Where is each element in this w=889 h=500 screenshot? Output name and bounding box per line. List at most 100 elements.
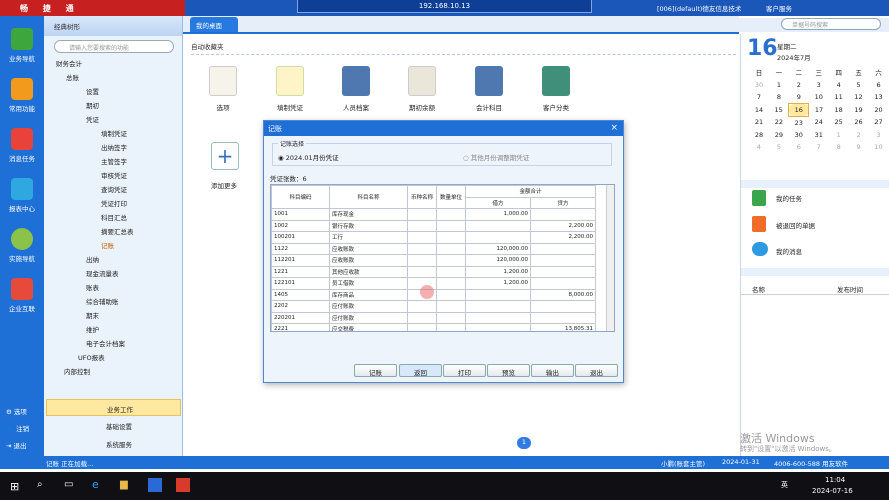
exit-button[interactable]: ⇥ 退出	[6, 440, 27, 450]
search-input[interactable]: 单据号码搜索	[781, 18, 881, 30]
radio-current-month[interactable]: ◉ 2024.01月份凭证	[278, 152, 339, 162]
exit-dialog-button[interactable]: 退出	[575, 364, 618, 377]
table-row[interactable]: 2202 应付账款	[271, 300, 596, 313]
calendar-day-cell[interactable]: 31	[809, 129, 829, 142]
calendar-day-cell[interactable]: 25	[829, 116, 849, 129]
calendar-day-cell[interactable]: 13	[869, 91, 889, 104]
tree-node[interactable]: 总账	[66, 72, 79, 82]
calendar-day-cell[interactable]: 4	[749, 141, 769, 154]
tree-node[interactable]: 维护	[86, 324, 99, 334]
tree-node[interactable]: 科目汇总	[101, 212, 127, 222]
calendar-day-cell[interactable]: 6	[789, 141, 809, 154]
calendar-day-cell[interactable]: 10	[809, 91, 829, 104]
table-row[interactable]: 1001 库存现金 1,000.00	[271, 208, 596, 221]
returned-docs-link[interactable]: 被退回的单据	[776, 220, 815, 230]
calendar-day-cell[interactable]: 19	[849, 104, 869, 117]
add-more-label[interactable]: 添加更多	[211, 180, 237, 190]
page-indicator[interactable]: 1	[517, 437, 531, 449]
calendar-day-cell[interactable]: 8	[829, 141, 849, 154]
calendar-day-cell[interactable]: 17	[809, 104, 829, 117]
calendar-day-cell[interactable]: 12	[849, 91, 869, 104]
export-button[interactable]: 输出	[531, 364, 574, 377]
windows-start-icon[interactable]: ⊞	[10, 480, 19, 493]
nav-common[interactable]: 常用功能	[0, 74, 44, 124]
tree-node[interactable]: 期末	[86, 310, 99, 320]
calendar-day-cell[interactable]: 4	[829, 79, 849, 92]
fav-options[interactable]: 选项	[203, 66, 243, 112]
calendar-day-cell[interactable]: 10	[869, 141, 889, 154]
calendar-day-cell[interactable]: 24	[809, 116, 829, 129]
calendar-day-cell[interactable]: 5	[769, 141, 789, 154]
tree-node[interactable]: 摘要汇总表	[101, 226, 134, 236]
logout-button[interactable]: 👤 注销	[6, 423, 29, 433]
tree-node-selected[interactable]: 记账	[101, 240, 114, 250]
calendar-day-cell[interactable]: 11	[829, 91, 849, 104]
table-row[interactable]: 220201 应付账款	[271, 311, 596, 324]
nav-messages[interactable]: 消息任务	[0, 124, 44, 174]
calendar-day-cell[interactable]: 1	[829, 129, 849, 142]
tree-node[interactable]: 综合辅助账	[86, 296, 119, 306]
table-row[interactable]: 2221 应交税费 13,805.31	[271, 323, 596, 331]
table-row[interactable]: 122101 员工借款 1,200.00	[271, 277, 596, 290]
calendar-day-cell[interactable]: 5	[849, 79, 869, 92]
calendar-day-cell[interactable]: 6	[869, 79, 889, 92]
ime-indicator[interactable]: 英	[781, 480, 788, 490]
calendar-day-cell[interactable]: 29	[769, 129, 789, 142]
close-icon[interactable]: ×	[610, 123, 618, 133]
my-messages-link[interactable]: 我的消息	[776, 246, 802, 256]
edge-icon[interactable]: e	[92, 478, 99, 491]
calendar-day-cell[interactable]: 3	[869, 129, 889, 142]
tree-node[interactable]: 设置	[86, 86, 99, 96]
radio-other-month[interactable]: ○ 其他月份调整期凭证	[463, 152, 529, 162]
task-view-icon[interactable]: ▭	[64, 479, 73, 490]
table-row[interactable]: 1221 其他应收款 1,200.00	[271, 265, 596, 278]
calendar-day-cell[interactable]: 7	[809, 141, 829, 154]
calendar-day-cell[interactable]: 27	[869, 116, 889, 129]
my-tasks-link[interactable]: 我的任务	[776, 193, 802, 203]
calendar-day-cell[interactable]: 15	[769, 104, 789, 117]
calendar-day-cell[interactable]: 8	[769, 91, 789, 104]
fav-customer-class[interactable]: 客户分类	[536, 66, 576, 112]
calendar-day-cell[interactable]: 9	[789, 91, 809, 104]
fav-opening-balance[interactable]: 期初余额	[402, 66, 442, 112]
table-row[interactable]: 1002 银行存款 2,200.00	[271, 219, 596, 232]
grid-scrollbar[interactable]	[606, 185, 614, 331]
system-service-button[interactable]: 系统服务	[46, 435, 181, 452]
tree-node[interactable]: UFO报表	[78, 352, 105, 362]
tab-my-desktop[interactable]: 我的桌面	[190, 17, 238, 32]
customer-service-link[interactable]: 客户服务	[766, 3, 792, 13]
tree-search-input[interactable]: 请输入您要搜索的功能	[54, 40, 174, 53]
fav-accounts[interactable]: 会计科目	[469, 66, 509, 112]
business-work-button[interactable]: 业务工作	[46, 399, 181, 416]
options-button[interactable]: ⚙ 选项	[6, 406, 27, 416]
calendar-day-cell[interactable]: 7	[749, 91, 769, 104]
fav-fill-voucher[interactable]: 填制凭证	[270, 66, 310, 112]
tree-node[interactable]: 填制凭证	[101, 128, 127, 138]
account-grid[interactable]: 科目编码 科目名称 币种名称 数量单位 金额合计 借方 贷方 1001 库存现金 1…	[270, 184, 615, 332]
table-row[interactable]: 1122 应收账款 120,000.00	[271, 242, 596, 255]
tree-node[interactable]: 主管签字	[101, 156, 127, 166]
search-icon[interactable]: ⌕	[37, 479, 43, 490]
tree-node[interactable]: 账表	[86, 282, 99, 292]
app-icon[interactable]	[148, 478, 162, 492]
nav-enterprise[interactable]: 企业互联	[0, 274, 44, 324]
tree-node[interactable]: 内部控制	[64, 366, 90, 376]
calendar-day-cell[interactable]: 16	[788, 103, 810, 117]
nav-business[interactable]: 业务导航	[0, 24, 44, 74]
tree-node[interactable]: 现金流量表	[86, 268, 119, 278]
back-button[interactable]: 返回	[399, 364, 442, 377]
tree-node[interactable]: 凭证打印	[101, 198, 127, 208]
calendar-day-cell[interactable]: 28	[749, 129, 769, 142]
calendar-day-cell[interactable]: 2	[849, 129, 869, 142]
calendar-day-cell[interactable]: 23	[789, 116, 809, 129]
calendar-day-cell[interactable]: 2	[789, 79, 809, 92]
tree-node[interactable]: 电子会计档案	[86, 338, 125, 348]
calendar-day-cell[interactable]: 26	[849, 116, 869, 129]
calendar-day-cell[interactable]: 22	[769, 116, 789, 129]
add-icon[interactable]: +	[211, 142, 239, 170]
tree-node[interactable]: 查询凭证	[101, 184, 127, 194]
calendar-day-cell[interactable]: 18	[829, 104, 849, 117]
ufida-icon[interactable]	[176, 478, 190, 492]
tree-node[interactable]: 期初	[86, 100, 99, 110]
preview-button[interactable]: 预览	[487, 364, 530, 377]
